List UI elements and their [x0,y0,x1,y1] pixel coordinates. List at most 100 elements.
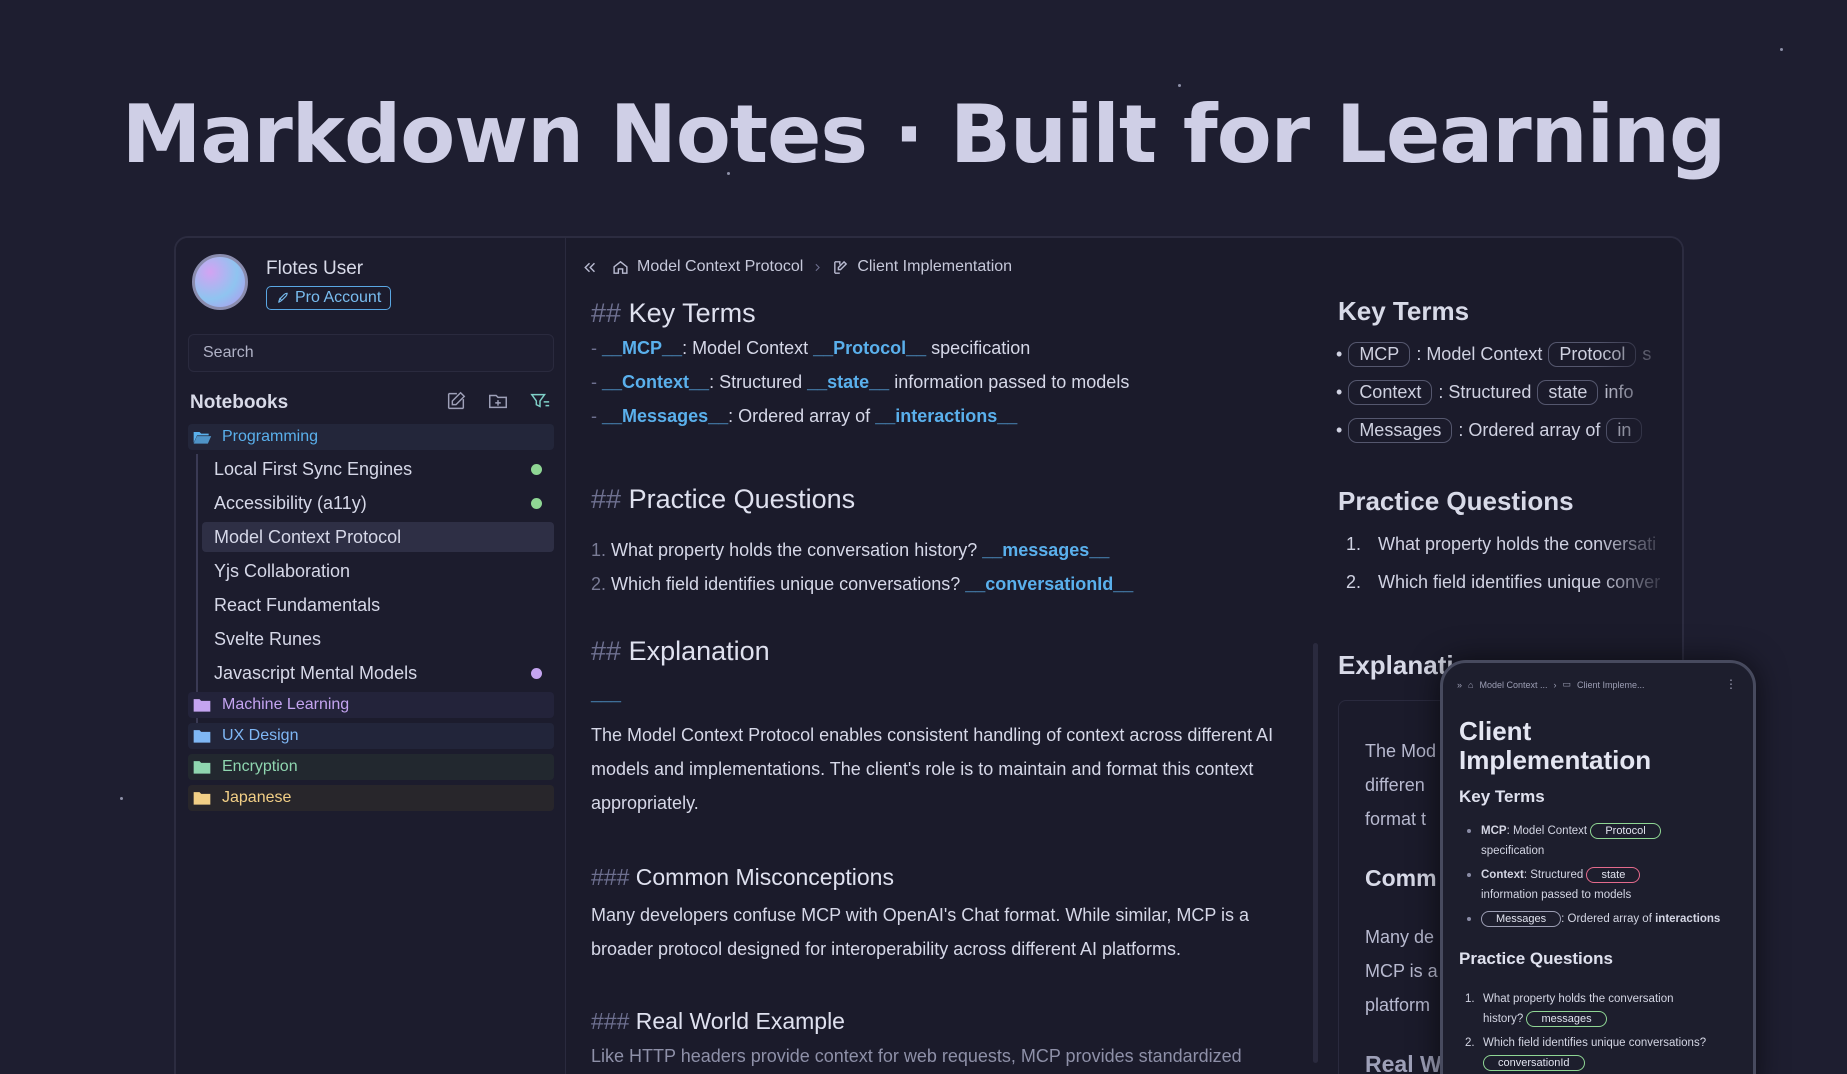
list-number: 2. [1346,572,1362,592]
home-icon: ⌂ [1468,679,1474,690]
term-text: : Ordered array of [1458,420,1601,440]
question-text: What property holds the conversation his… [611,540,983,560]
folder-icon [193,761,211,774]
list-number: 1. [1346,534,1362,554]
phone-term: Messages: Ordered array of interactions [1481,909,1720,929]
folder-ux-design[interactable]: UX Design [188,723,554,749]
answer-pill[interactable]: messages [1526,1011,1607,1027]
md-term-line: - __MCP__: Model Context __Protocol__ sp… [591,338,1311,359]
phone-crumb-parent[interactable]: Model Context ... [1479,680,1547,690]
md-dash: - [591,338,597,358]
title-line: Client [1459,716,1532,746]
note-item[interactable]: Svelte Runes [202,624,554,654]
term-text: : Structured [709,372,808,392]
blank-term: __Protocol__ [813,338,927,358]
md-paragraph: Many developers confuse MCP with OpenAI'… [591,905,1250,959]
phone-mockup: » ⌂ Model Context ... › ▭ Client Impleme… [1440,660,1756,1074]
md-heading-example: ### Real World Example [591,1008,1311,1035]
term-pill: state [1586,867,1641,883]
md-hash: ## [591,636,622,666]
collapse-sidebar-icon[interactable] [581,259,598,276]
folder-icon [193,699,211,712]
term-pill: MCP [1348,342,1411,367]
breadcrumb-current: Client Implementation [857,258,1013,275]
md-question-line: 1. What property holds the conversation … [591,540,1311,561]
card-heading: Comm [1365,865,1437,891]
breadcrumb-parent[interactable]: Model Context Protocol [637,258,803,276]
card-heading: Real W [1365,1051,1442,1074]
question-text: history? [1483,1013,1524,1025]
folder-japanese[interactable]: Japanese [188,785,554,811]
new-note-icon[interactable] [445,390,467,412]
md-hash: ## [591,298,622,328]
note-item[interactable]: Yjs Collaboration [202,556,554,586]
note-item[interactable]: Local First Sync Engines [202,454,554,484]
term-pill: Messages [1481,911,1562,927]
search-input[interactable]: Search [188,334,554,372]
preview-heading-practice: Practice Questions [1338,486,1574,516]
term-text: : Model Context [1506,825,1588,837]
note-item[interactable]: Javascript Mental Models [202,658,554,688]
markdown-editor[interactable]: Model Context Protocol Client Implementa… [567,238,1324,1074]
home-icon [613,260,628,274]
new-folder-icon[interactable] [487,390,509,412]
md-paragraph: The Model Context Protocol enables consi… [591,725,1274,813]
note-label: Svelte Runes [214,628,322,649]
term-pill: Messages [1348,418,1453,443]
collapse-icon[interactable]: » [1457,680,1462,690]
blank-term: __Context__ [602,372,710,392]
phone-title: Client Implementation [1459,717,1651,775]
note-item[interactable]: React Fundamentals [202,590,554,620]
phone-term: MCP: Model Context Protocol [1481,821,1661,841]
edit-icon [834,260,848,274]
avatar[interactable] [192,254,248,310]
phone-term: Context: Structured state [1481,865,1641,885]
md-blank-line: ___ [591,684,622,704]
blank-term: __MCP__ [602,338,683,358]
term-text: : Model Context [1416,344,1543,364]
phone-heading: Practice Questions [1459,949,1614,968]
card-text: MCP is a [1365,961,1438,981]
chevron-right-icon: › [1553,679,1557,690]
notebooks-title: Notebooks [190,392,289,413]
list-number: 1. [1465,993,1475,1005]
md-paragraph: Like HTTP headers provide context for we… [591,1046,1242,1066]
card-text: platform [1365,995,1431,1015]
rocket-icon [278,292,288,304]
folder-machine-learning[interactable]: Machine Learning [188,692,554,718]
note-label: Accessibility (a11y) [214,492,367,513]
blank-term: __interactions__ [875,406,1018,426]
folder-label: Encryption [222,758,298,775]
notebooks-toolbar [445,390,551,412]
phone-term-wrap: specification [1481,845,1545,857]
phone-question: history? messages [1483,1009,1607,1029]
term-pill: Protocol [1590,823,1661,839]
background-star [1780,48,1783,51]
folder-encryption[interactable]: Encryption [188,754,554,780]
md-term-line: - __Context__: Structured __state__ info… [591,372,1311,393]
folder-programming[interactable]: Programming [188,424,554,450]
blank-answer: __conversationId__ [965,574,1134,594]
phone-question: What property holds the conversation [1483,993,1674,1005]
filter-icon[interactable] [529,390,551,412]
md-heading-practice: ## Practice Questions [591,484,1311,515]
term-bold: MCP [1481,825,1507,837]
term-pill: state [1537,380,1599,405]
term-text: : Ordered array of [1561,913,1652,925]
heading-text: Practice Questions [628,484,856,514]
sidebar: Flotes User Pro Account Search Notebooks… [176,238,566,1074]
card-text: Many de [1365,927,1435,947]
note-label: Local First Sync Engines [214,458,413,479]
chevron-right-icon [815,263,821,271]
folder-icon [193,730,211,743]
more-icon[interactable]: ⋮ [1725,677,1737,691]
heading-text: Common Misconceptions [635,864,894,890]
answer-pill[interactable]: conversationId [1483,1055,1585,1071]
folder-label: Japanese [222,789,292,806]
pro-account-badge[interactable]: Pro Account [266,286,392,310]
bullet [1467,873,1471,877]
note-item-active[interactable]: Model Context Protocol [202,522,554,552]
note-item[interactable]: Accessibility (a11y) [202,488,554,518]
book-icon: ▭ [1562,679,1572,689]
scrollbar[interactable] [1313,643,1318,1063]
